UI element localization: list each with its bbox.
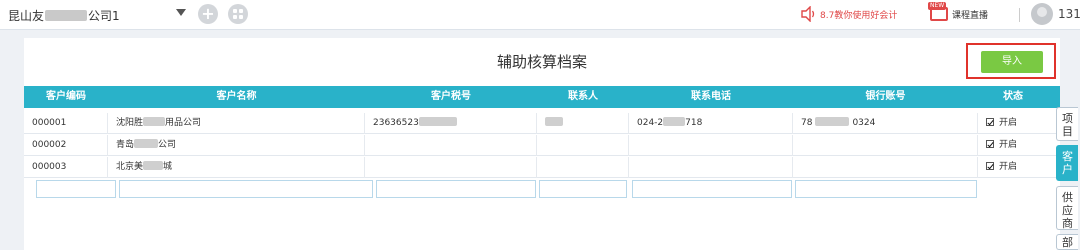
table-row[interactable]: 000001 沈阳胜 用品公司 23636523 024-2 718 78 0324 … [24, 113, 1060, 134]
tab-department[interactable]: 部 [1056, 234, 1078, 250]
page-title: 辅助核算档案 [496, 53, 587, 71]
contact-person [537, 113, 629, 134]
phone-input[interactable] [632, 180, 792, 198]
import-button[interactable]: 导入 [981, 51, 1043, 73]
status-toggle[interactable]: 开启 [978, 157, 1048, 178]
table-row[interactable]: 000003 北京美城 开启 [24, 157, 1060, 178]
top-bar: 昆山友 公司1 + 8.7教你使用好会计 NEW 课程直播 13165976. [0, 0, 1080, 30]
chevron-down-icon[interactable] [176, 9, 186, 16]
checkbox[interactable] [986, 162, 994, 170]
column-header-bank[interactable]: 银行账号 [793, 86, 978, 108]
customer-tax-id [365, 135, 537, 156]
company-selector[interactable]: 昆山友 公司1 [8, 7, 120, 24]
avatar[interactable] [1031, 3, 1053, 25]
redaction-mask [45, 10, 88, 21]
apps-grid-icon[interactable] [228, 4, 248, 24]
new-row-inputs [24, 178, 1060, 200]
bank-input[interactable] [795, 180, 977, 198]
speaker-icon [801, 6, 815, 22]
customer-name: 沈阳胜 用品公司 [108, 113, 365, 134]
contact-phone [629, 135, 793, 156]
contact-person [537, 135, 629, 156]
checkbox[interactable] [986, 118, 994, 126]
checkbox[interactable] [986, 140, 994, 148]
import-highlight-box: 导入 [966, 43, 1056, 79]
tab-project[interactable]: 项 目 [1056, 107, 1078, 141]
tab-customer[interactable]: 客 户 [1056, 145, 1078, 181]
contact-phone: 024-2 718 [629, 113, 793, 134]
customer-code: 000001 [24, 113, 108, 134]
contact-input[interactable] [539, 180, 627, 198]
column-header-tax[interactable]: 客户税号 [365, 86, 537, 108]
customer-code: 000003 [24, 157, 108, 178]
promo-link[interactable]: 8.7教你使用好会计 [820, 8, 897, 21]
live-course-icon[interactable]: NEW [928, 2, 948, 21]
course-live-link[interactable]: 课程直播 [952, 8, 988, 21]
new-badge: NEW [928, 2, 947, 10]
bank-account [793, 135, 978, 156]
status-toggle[interactable]: 开启 [978, 113, 1048, 134]
column-header-name[interactable]: 客户名称 [108, 86, 365, 108]
main-panel: 辅助核算档案 导入 客户编码 客户名称 客户税号 联系人 联系电话 银行账号 状… [24, 38, 1060, 250]
bank-account: 78 0324 [793, 113, 978, 134]
customer-tax-id [365, 157, 537, 178]
name-input[interactable] [119, 180, 373, 198]
customer-code: 000002 [24, 135, 108, 156]
table-header: 客户编码 客户名称 客户税号 联系人 联系电话 银行账号 状态 [24, 86, 1060, 108]
code-input[interactable] [36, 180, 116, 198]
column-header-code[interactable]: 客户编码 [24, 86, 108, 108]
customer-tax-id: 23636523 [365, 113, 537, 134]
company-name-start: 昆山友 [8, 9, 45, 23]
bank-account [793, 157, 978, 178]
table-row[interactable]: 000002 青岛 公司 开启 [24, 135, 1060, 156]
add-icon[interactable]: + [198, 4, 218, 24]
tax-input[interactable] [376, 180, 536, 198]
tab-supplier[interactable]: 供 应 商 [1056, 186, 1078, 230]
column-header-status[interactable]: 状态 [978, 86, 1048, 108]
user-phone[interactable]: 13165976. [1058, 7, 1080, 21]
customer-name: 北京美城 [108, 157, 365, 178]
column-header-contact[interactable]: 联系人 [537, 86, 629, 108]
company-name-end: 公司1 [88, 9, 120, 23]
contact-phone [629, 157, 793, 178]
status-toggle[interactable]: 开启 [978, 135, 1048, 156]
customer-name: 青岛 公司 [108, 135, 365, 156]
divider [1019, 8, 1020, 22]
column-header-phone[interactable]: 联系电话 [629, 86, 793, 108]
contact-person [537, 157, 629, 178]
